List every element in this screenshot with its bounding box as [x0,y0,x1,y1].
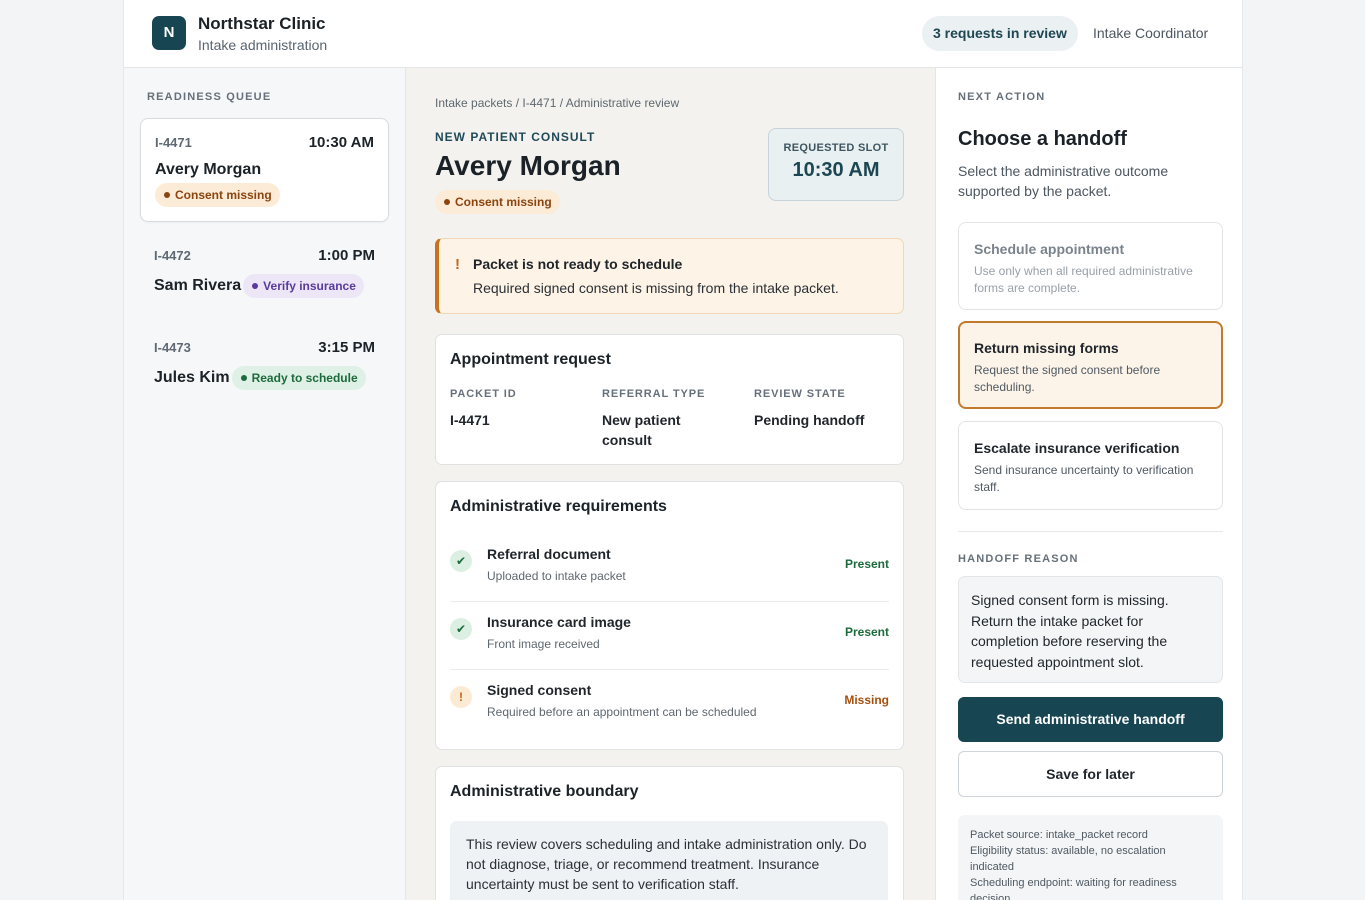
next-action-panel: NEXT ACTION Choose a handoff Select the … [935,68,1242,900]
queue-title: READINESS QUEUE [147,91,272,103]
handoff-reason-label: HANDOFF REASON [958,553,1079,565]
send-handoff-button[interactable]: Send administrative handoff [958,697,1223,742]
requests-in-review-pill[interactable]: 3 requests in review [922,16,1078,51]
list-item: ✔ Insurance card image Front image recei… [450,602,889,670]
requirement-name: Signed consent [487,682,592,698]
option-description: Send insurance uncertainty to verificati… [974,463,1194,494]
warning-icon: ! [450,686,472,708]
slot-time: 10:30 AM [792,159,880,181]
list-item: ! Signed consent Required before an appo… [450,670,889,738]
check-icon: ✔ [450,550,472,572]
requirement-detail: Required before an appointment can be sc… [487,705,757,719]
review-state-value: Pending handoff [754,412,865,428]
field-label: REFERRAL TYPE [602,388,706,400]
alert-text: Required signed consent is missing from … [473,280,839,296]
alert-title: Packet is not ready to schedule [473,256,683,272]
option-return-missing-forms[interactable]: Return missing forms Request the signed … [958,321,1223,409]
handoff-title: Choose a handoff [958,128,1127,150]
option-title: Return missing forms [974,340,1119,356]
breadcrumb[interactable]: Intake packets / I-4471 / Administrative… [435,96,679,110]
meta-line: Scheduling endpoint: waiting for readine… [970,877,1177,900]
requirement-state: Present [844,625,889,639]
option-title: Escalate insurance verification [974,440,1180,456]
list-item: ✔ Referral document Uploaded to intake p… [450,534,889,602]
queue-item-time: 3:15 PM [318,339,375,356]
queue-item[interactable]: I-4473 3:15 PM Jules Kim Ready to schedu… [140,324,389,428]
queue-item-name: Jules Kim [154,369,230,386]
administrative-boundary-card: Administrative boundary This review cove… [435,766,904,900]
requirements-card: Administrative requirements ✔ Referral d… [435,481,904,750]
handoff-subtitle: Select the administrative outcome suppor… [958,163,1169,199]
queue-item[interactable]: I-4472 1:00 PM Sam Rivera Verify insuran… [140,232,389,336]
card-title: Appointment request [450,351,611,368]
status-badge: Verify insurance [243,274,364,298]
option-description: Use only when all required administrativ… [974,264,1193,295]
option-schedule-appointment[interactable]: Schedule appointment Use only when all r… [958,222,1223,310]
status-badge: Consent missing [435,190,560,214]
consult-type: NEW PATIENT CONSULT [435,130,596,144]
handoff-reason-input[interactable]: Signed consent form is missing. Return t… [958,576,1223,683]
requirement-detail: Front image received [487,637,600,651]
meta-line: Eligibility status: available, no escala… [970,845,1166,873]
referral-type-value: New patient consult [602,412,681,448]
not-ready-alert: ! Packet is not ready to schedule Requir… [435,238,904,314]
queue-item-name: Avery Morgan [155,161,262,178]
requirement-name: Referral document [487,546,611,562]
clinic-name: Northstar Clinic [198,14,326,33]
slot-label: REQUESTED SLOT [783,142,889,154]
queue-item-name: Sam Rivera [154,277,242,294]
field-label: PACKET ID [450,388,517,400]
user-role[interactable]: Intake Coordinator [1093,25,1208,41]
appointment-request-card: Appointment request PACKET ID I-4471 REF… [435,334,904,465]
divider [958,531,1223,532]
meta-line: Packet source: intake_packet record [970,829,1148,841]
requirement-state: Missing [844,693,889,707]
boundary-text: This review covers scheduling and intake… [450,821,888,900]
top-header: N Northstar Clinic Intake administration… [124,0,1242,68]
packet-id-value: I-4471 [450,412,490,428]
packet-metadata: Packet source: intake_packet record Elig… [958,815,1223,900]
clinic-subtitle: Intake administration [198,37,328,53]
check-icon: ✔ [450,618,472,640]
requested-slot: REQUESTED SLOT 10:30 AM [768,128,904,201]
queue-item-id: I-4471 [155,135,192,150]
option-description: Request the signed consent before schedu… [974,363,1161,394]
field-label: REVIEW STATE [754,388,846,400]
queue-item-time: 10:30 AM [308,134,374,151]
clinic-logo: N [152,16,186,50]
warning-icon: ! [455,256,460,273]
requirement-state: Present [844,557,889,571]
readiness-queue-panel: READINESS QUEUE I-4471 10:30 AM Avery Mo… [124,68,406,900]
queue-item[interactable]: I-4471 10:30 AM Avery Morgan Consent mis… [140,118,389,222]
option-escalate-insurance[interactable]: Escalate insurance verification Send ins… [958,421,1223,510]
packet-detail-panel: Intake packets / I-4471 / Administrative… [406,68,935,900]
status-badge: Consent missing [155,183,280,207]
patient-name: Avery Morgan [435,150,621,181]
card-title: Administrative boundary [450,783,639,800]
option-title: Schedule appointment [974,241,1125,257]
requirement-name: Insurance card image [487,614,631,630]
queue-item-time: 1:00 PM [318,247,375,264]
card-title: Administrative requirements [450,498,667,515]
save-for-later-button[interactable]: Save for later [958,751,1223,797]
queue-item-id: I-4473 [154,340,191,355]
status-badge: Ready to schedule [231,366,366,390]
next-action-eyebrow: NEXT ACTION [958,91,1046,103]
app-shell: N Northstar Clinic Intake administration… [123,0,1243,900]
queue-item-id: I-4472 [154,248,191,263]
requirement-detail: Uploaded to intake packet [487,569,626,583]
